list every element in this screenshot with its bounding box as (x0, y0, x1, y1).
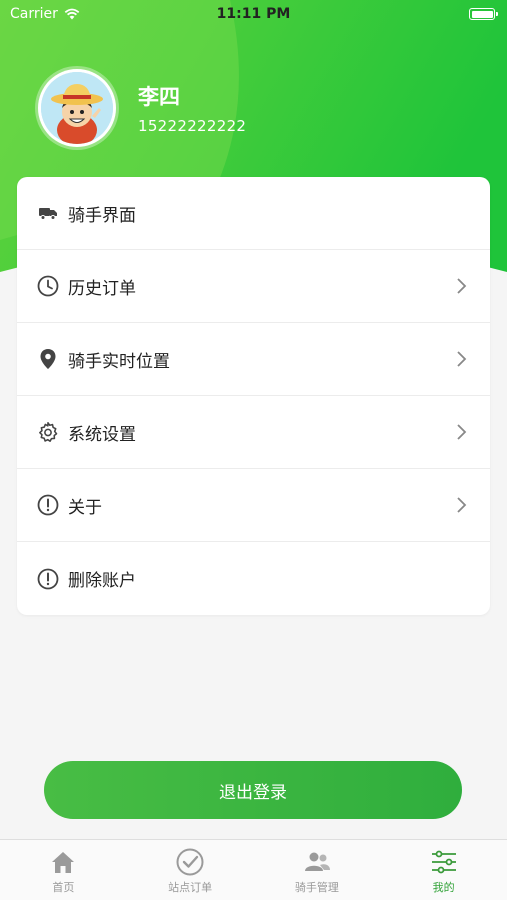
tab-label: 骑手管理 (294, 881, 339, 894)
tab-home[interactable]: 首页 (0, 840, 127, 900)
menu-item-rider-interface[interactable]: 骑手界面 (17, 177, 490, 250)
info-circle-icon (37, 568, 59, 590)
home-icon (48, 848, 78, 876)
carrier-label: Carrier (10, 6, 58, 22)
location-pin-icon (37, 348, 59, 370)
tab-label: 站点订单 (168, 881, 213, 894)
chevron-right-icon (457, 497, 467, 513)
menu-item-delete-account[interactable]: 删除账户 (17, 542, 490, 615)
menu-item-about[interactable]: 关于 (17, 469, 490, 542)
menu-item-order-history[interactable]: 历史订单 (17, 250, 490, 323)
menu-item-system-settings[interactable]: 系统设置 (17, 396, 490, 469)
menu-item-label: 骑手界面 (68, 205, 136, 226)
tab-rider-management[interactable]: 骑手管理 (254, 840, 381, 900)
info-circle-icon (37, 494, 59, 516)
sliders-icon (429, 848, 459, 876)
battery-icon (469, 8, 498, 20)
avatar[interactable] (38, 69, 116, 147)
tab-mine[interactable]: 我的 (380, 840, 507, 900)
menu-item-label: 系统设置 (68, 424, 136, 445)
gear-icon (37, 421, 59, 443)
tab-bar: 首页 站点订单 骑手管理 我的 (0, 839, 507, 900)
tab-site-orders[interactable]: 站点订单 (127, 840, 254, 900)
users-icon (302, 848, 332, 876)
tab-label: 我的 (432, 881, 455, 894)
menu-item-label: 历史订单 (68, 278, 136, 299)
user-profile[interactable]: 李四 15222222222 (38, 69, 246, 147)
truck-icon (37, 202, 59, 224)
menu-item-label: 删除账户 (68, 571, 136, 591)
logout-button[interactable]: 退出登录 (44, 761, 462, 819)
chevron-right-icon (457, 278, 467, 294)
chevron-right-icon (457, 351, 467, 367)
wifi-icon (64, 8, 80, 20)
avatar-image (41, 72, 113, 144)
chevron-right-icon (457, 424, 467, 440)
menu-item-label: 骑手实时位置 (68, 351, 170, 372)
user-name: 李四 (138, 85, 180, 109)
clock-icon (37, 275, 59, 297)
user-phone: 15222222222 (138, 117, 247, 135)
menu-item-rider-location[interactable]: 骑手实时位置 (17, 323, 490, 396)
check-circle-icon (175, 848, 205, 876)
menu-item-label: 关于 (68, 497, 102, 518)
menu-card: 骑手界面 历史订单 骑手实时位置 系统设置 关于 删除账户 (17, 177, 490, 615)
status-bar: Carrier (0, 0, 507, 28)
tab-label: 首页 (52, 881, 75, 894)
